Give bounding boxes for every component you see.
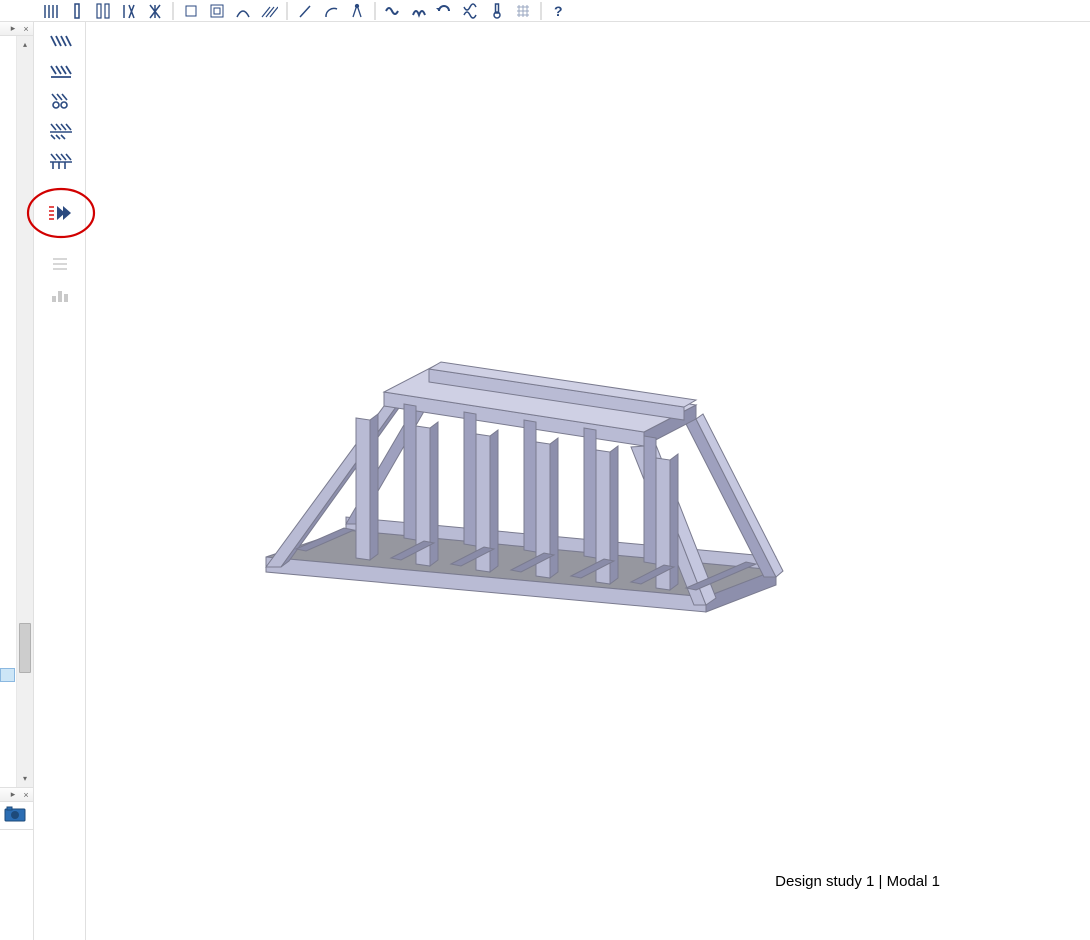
bar-tool-3[interactable]: [92, 1, 114, 21]
left-panel-pin-icon[interactable]: ▸: [8, 24, 18, 34]
analysis-3[interactable]: [434, 1, 456, 21]
svg-text:?: ?: [554, 3, 563, 19]
analysis-side-toolbar: [34, 22, 86, 940]
analysis-2[interactable]: [408, 1, 430, 21]
constraint-fixed[interactable]: [46, 30, 74, 52]
sel-tool-1[interactable]: [180, 1, 202, 21]
bar-tool-2[interactable]: [66, 1, 88, 21]
left-panel-2-pin-icon[interactable]: ▸: [8, 790, 18, 800]
left-panel-2-header: ▸ ×: [0, 788, 33, 802]
left-panel-2-close-icon[interactable]: ×: [21, 790, 31, 800]
sel-tool-4[interactable]: [258, 1, 280, 21]
sketch-3[interactable]: [346, 1, 368, 21]
sketch-1[interactable]: [294, 1, 316, 21]
constraint-ground[interactable]: [46, 120, 74, 142]
analysis-6[interactable]: [512, 1, 534, 21]
left-panel-scrollbar[interactable]: ▴ ▾: [16, 36, 33, 787]
study-name-label: Design study 1 | Modal 1: [775, 873, 940, 890]
sel-tool-3[interactable]: [232, 1, 254, 21]
analysis-1[interactable]: [382, 1, 404, 21]
scroll-thumb[interactable]: [19, 623, 31, 673]
bar-tool-4[interactable]: [118, 1, 140, 21]
model-render: [226, 302, 806, 622]
left-panel-header: ▸ ×: [0, 22, 33, 36]
sel-tool-2[interactable]: [206, 1, 228, 21]
analysis-5[interactable]: [486, 1, 508, 21]
bar-tool-1[interactable]: [40, 1, 62, 21]
left-panel-close-icon[interactable]: ×: [21, 24, 31, 34]
results-chart: [46, 284, 74, 306]
analysis-4[interactable]: [460, 1, 482, 21]
help[interactable]: ?: [548, 1, 570, 21]
left-panel-row-selected[interactable]: [0, 668, 15, 682]
sketch-2[interactable]: [320, 1, 342, 21]
scroll-up-icon[interactable]: ▴: [17, 36, 33, 53]
main-toolbar: ?: [0, 0, 1090, 22]
constraint-pin[interactable]: [46, 60, 74, 82]
constraint-support[interactable]: [46, 150, 74, 172]
model-viewport[interactable]: Design study 1 | Modal 1: [86, 22, 1090, 940]
results-list: [46, 254, 74, 276]
constraint-roller[interactable]: [46, 90, 74, 112]
run-analysis[interactable]: [46, 202, 74, 224]
camera-icon[interactable]: [4, 806, 26, 822]
left-panel: ▸ × ▴ ▾ ▸ ×: [0, 22, 34, 940]
scroll-down-icon[interactable]: ▾: [17, 770, 33, 787]
bar-tool-5[interactable]: [144, 1, 166, 21]
